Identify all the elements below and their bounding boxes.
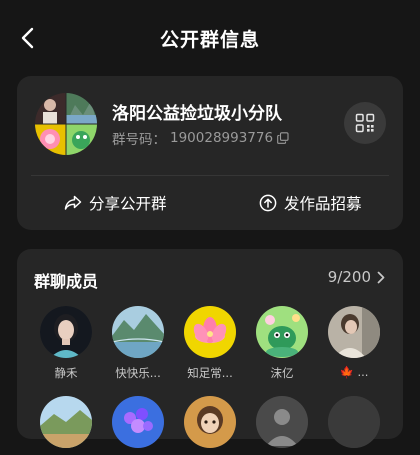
arrow-up-circle-icon [259, 194, 277, 212]
share-icon [64, 195, 82, 210]
member-name: 静禾 [54, 366, 78, 380]
member-avatar [112, 306, 164, 358]
member-avatar [40, 396, 92, 448]
member-avatar [256, 396, 308, 448]
member-name: 🍁 ... [324, 365, 384, 379]
group-id-label: 群号码： [112, 132, 166, 148]
divider [31, 175, 389, 176]
group-avatar[interactable] [35, 93, 97, 155]
member-avatar [40, 306, 92, 358]
top-bar: 公开群信息 [0, 0, 420, 76]
post-recruit-label: 发作品招募 [284, 195, 362, 213]
member-item[interactable] [180, 396, 240, 455]
member-item[interactable]: 沫亿 [252, 306, 312, 381]
member-avatar [184, 306, 236, 358]
member-item[interactable]: 知足常... [180, 306, 240, 381]
group-id: 群号码： 190028993776 [112, 128, 289, 148]
qr-code-icon [355, 113, 375, 133]
member-avatar [112, 396, 164, 448]
member-item[interactable] [108, 396, 168, 455]
member-name: 快快乐... [115, 366, 161, 380]
member-item[interactable]: 🍁 ... [324, 306, 384, 379]
member-item[interactable]: 静禾 [36, 306, 96, 381]
members-count-link[interactable]: 9/200 [328, 268, 385, 286]
share-group-button[interactable]: 分享公开群 [64, 190, 167, 216]
chevron-right-icon [377, 271, 385, 283]
members-title: 群聊成员 [34, 272, 99, 291]
member-avatar [328, 306, 380, 358]
maple-leaf-icon: 🍁 [339, 365, 354, 379]
qr-code-button[interactable] [344, 102, 386, 144]
member-item[interactable] [324, 396, 384, 455]
post-recruit-button[interactable]: 发作品招募 [259, 190, 362, 216]
page-title: 公开群信息 [159, 29, 260, 51]
share-group-label: 分享公开群 [89, 195, 167, 213]
member-name: 知足常... [187, 366, 233, 380]
member-item[interactable] [252, 396, 312, 455]
group-info-card: 洛阳公益捡垃圾小分队 群号码： 190028993776 分享公开群 发作品招募 [17, 76, 403, 230]
member-avatar [256, 306, 308, 358]
members-count: 9/200 [327, 268, 371, 286]
member-name: 沫亿 [270, 366, 294, 380]
member-item[interactable] [36, 396, 96, 455]
members-card: 群聊成员 9/200 静禾 快快乐... 知足常... 沫亿 🍁 ... [17, 249, 403, 448]
member-name-text: ... [357, 365, 369, 379]
group-name: 洛阳公益捡垃圾小分队 [112, 104, 282, 124]
member-avatar [328, 396, 380, 448]
member-avatar [184, 396, 236, 448]
group-id-value: 190028993776 [170, 130, 274, 146]
member-item[interactable]: 快快乐... [108, 306, 168, 381]
copy-icon[interactable] [277, 132, 289, 144]
